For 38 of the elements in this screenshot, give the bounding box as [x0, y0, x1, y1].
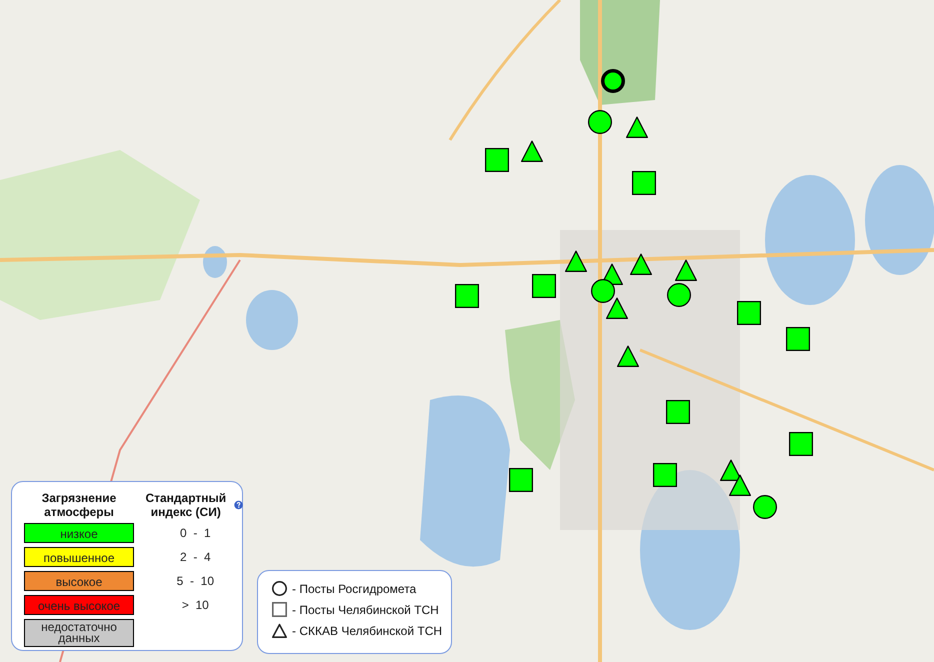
- legend-heading: Загрязнение атмосферы: [40, 491, 118, 519]
- circle-marker[interactable]: [667, 283, 691, 307]
- station-type-label: - СККАВ Челябинской ТСН: [292, 624, 442, 638]
- station-type-label: - Посты Челябинской ТСН: [292, 602, 439, 616]
- triangle-marker[interactable]: [729, 474, 751, 496]
- square-marker[interactable]: [786, 327, 810, 351]
- square-marker[interactable]: [737, 301, 761, 325]
- square-marker[interactable]: [532, 274, 556, 298]
- pollution-level-swatch: недостаточно данных: [24, 619, 134, 647]
- index-range: 2 - 4: [179, 549, 212, 566]
- square-marker[interactable]: [653, 463, 677, 487]
- square-marker[interactable]: [455, 284, 479, 308]
- index-range: 0 - 1: [179, 525, 212, 542]
- circle-marker[interactable]: [588, 110, 612, 134]
- index-range: 5 - 10: [176, 573, 216, 590]
- triangle-marker[interactable]: [617, 345, 639, 367]
- triangle-marker[interactable]: [626, 116, 648, 138]
- triangle-marker[interactable]: [565, 250, 587, 272]
- square-marker[interactable]: [632, 171, 656, 195]
- triangle-marker[interactable]: [606, 297, 628, 319]
- pollution-level-swatch: повышенное: [24, 547, 134, 567]
- circle-marker[interactable]: [591, 279, 615, 303]
- index-range: > 10: [180, 597, 210, 614]
- pollution-level-swatch: высокое: [24, 571, 134, 591]
- triangle-marker[interactable]: [675, 259, 697, 281]
- pollution-level-swatch: очень высокое: [24, 595, 134, 615]
- triangle-marker[interactable]: [630, 253, 652, 275]
- triangle-marker[interactable]: [720, 459, 742, 481]
- square-marker[interactable]: [666, 400, 690, 424]
- legend-heading: Стандартный индекс (СИ): [144, 491, 228, 519]
- triangle-marker[interactable]: [521, 140, 543, 162]
- square-marker[interactable]: [789, 432, 813, 456]
- pollution-level-swatch: низкое: [24, 523, 134, 543]
- square-marker[interactable]: [485, 148, 509, 172]
- circle-marker[interactable]: [601, 69, 625, 93]
- station-type-label: - Посты Росгидромета: [292, 582, 416, 596]
- square-marker[interactable]: [509, 468, 533, 492]
- circle-marker[interactable]: [753, 495, 777, 519]
